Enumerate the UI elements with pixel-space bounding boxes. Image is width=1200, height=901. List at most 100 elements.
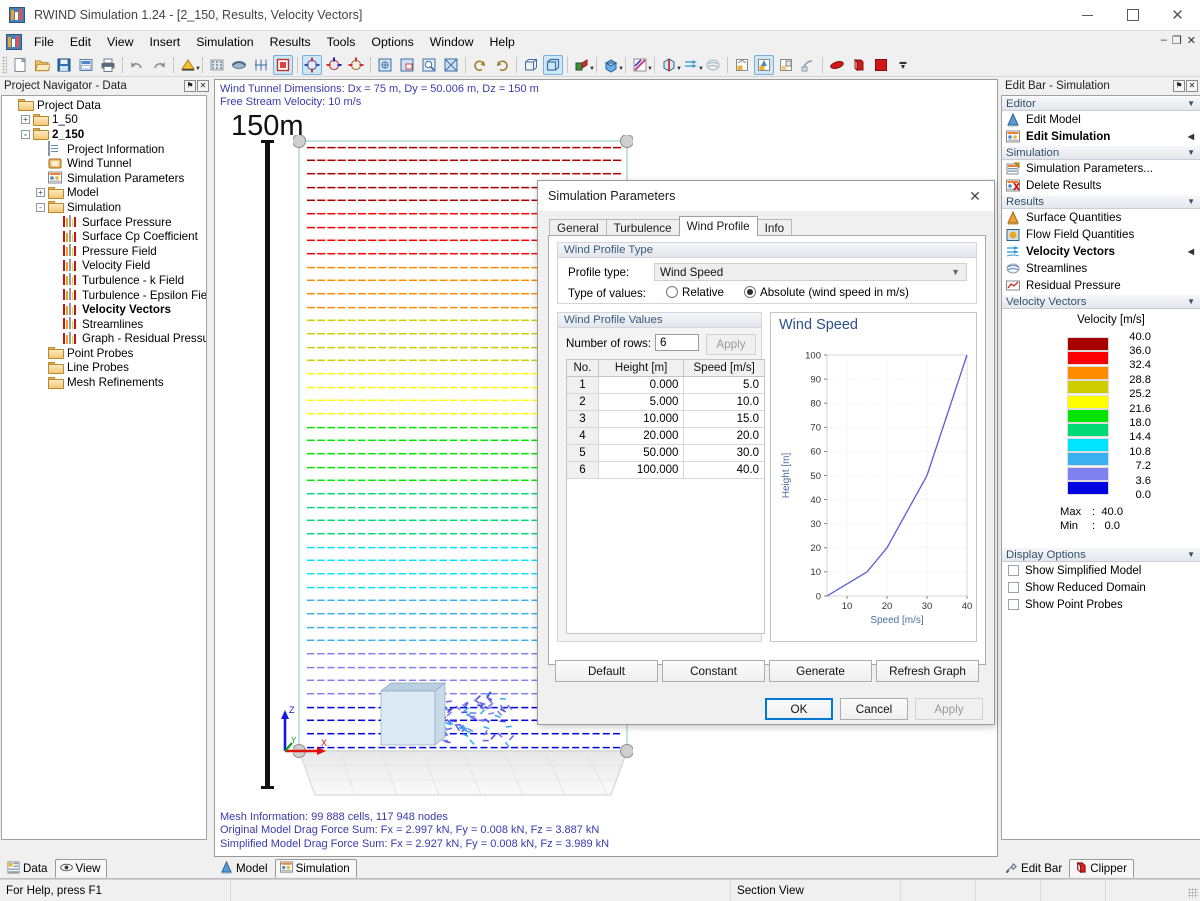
tree-node-2-150[interactable]: -2_150 <box>2 127 206 142</box>
table-row[interactable]: 550.00030.0 <box>567 445 764 462</box>
radio-relative[interactable]: Relative <box>666 286 724 299</box>
cell-speed[interactable]: 30.0 <box>684 445 764 461</box>
result-panel-4-icon[interactable] <box>798 55 818 75</box>
mesh-points-icon[interactable] <box>207 55 227 75</box>
tree-node-model[interactable]: +Model <box>2 186 206 201</box>
tree-node-pressure-field[interactable]: Pressure Field <box>2 244 206 259</box>
tree-expander[interactable]: - <box>21 130 30 139</box>
wind-tunnel-icon[interactable] <box>273 55 293 75</box>
result-panel-1-icon[interactable] <box>732 55 752 75</box>
undo-icon[interactable] <box>127 55 147 75</box>
tree-node-velocity-field[interactable]: Velocity Field <box>2 259 206 274</box>
mdi-close-button[interactable]: ✕ <box>1187 34 1196 47</box>
editbar-section-results[interactable]: Results▼ <box>1002 194 1200 209</box>
radio-absolute-icon[interactable] <box>744 286 756 298</box>
streamlines-icon[interactable] <box>703 55 723 75</box>
window-minimize-button[interactable] <box>1065 0 1110 30</box>
editbar-item-simulation-parameters[interactable]: Simulation Parameters... <box>1002 160 1200 177</box>
print-icon[interactable] <box>98 55 118 75</box>
render-mode-icon[interactable]: ▼ <box>178 55 198 75</box>
editbar-item-edit-simulation[interactable]: Edit Simulation◀ <box>1002 128 1200 145</box>
editbar-section-simulation[interactable]: Simulation▼ <box>1002 145 1200 160</box>
dialog-close-icon[interactable]: ✕ <box>962 183 988 209</box>
radio-absolute[interactable]: Absolute (wind speed in m/s) <box>744 286 909 299</box>
cell-height[interactable]: 50.000 <box>599 445 685 461</box>
bottom-tab-model[interactable]: Model <box>215 859 275 878</box>
chevron-down-icon[interactable]: ▼ <box>1187 550 1195 559</box>
mdi-restore-button[interactable]: ❐ <box>1172 34 1182 47</box>
resize-grip[interactable] <box>1188 888 1198 898</box>
radio-relative-icon[interactable] <box>666 286 678 298</box>
bottom-tab-view[interactable]: View <box>55 859 108 878</box>
mesh-grid-icon[interactable] <box>251 55 271 75</box>
editbar-item-flow-field-quantities[interactable]: Flow Field Quantities <box>1002 226 1200 243</box>
cell-speed[interactable]: 10.0 <box>684 394 764 410</box>
editbar-item-edit-model[interactable]: Edit Model <box>1002 111 1200 128</box>
save-icon[interactable] <box>54 55 74 75</box>
wireframe-icon[interactable] <box>521 55 541 75</box>
zoom-icon[interactable] <box>419 55 439 75</box>
navigator-close-icon[interactable]: ✕ <box>197 80 209 92</box>
pause-simulation-icon[interactable] <box>324 55 344 75</box>
editbar-item-velocity-vectors[interactable]: Velocity Vectors◀ <box>1002 243 1200 260</box>
tree-node-velocity-vectors[interactable]: Velocity Vectors <box>2 302 206 317</box>
chevron-down-icon[interactable]: ▼ <box>618 66 624 72</box>
solid-red-icon[interactable] <box>871 55 891 75</box>
cell-speed[interactable]: 15.0 <box>684 411 764 427</box>
tree-node-graph-residual-pressure[interactable]: Graph - Residual Pressure <box>2 332 206 347</box>
editbar-close-icon[interactable]: ✕ <box>1186 80 1198 92</box>
zoom-fit-icon[interactable] <box>375 55 395 75</box>
zoom-window-icon[interactable] <box>397 55 417 75</box>
dialog-tab-turbulence[interactable]: Turbulence <box>606 219 680 236</box>
apply-rows-button[interactable]: Apply <box>706 334 756 355</box>
tree-node-surface-pressure[interactable]: Surface Pressure <box>2 215 206 230</box>
run-simulation-icon[interactable] <box>302 55 322 75</box>
menu-options[interactable]: Options <box>363 33 421 51</box>
new-icon[interactable] <box>10 55 30 75</box>
chevron-down-icon[interactable]: ▼ <box>589 66 595 72</box>
editbar-item-surface-quantities[interactable]: Surface Quantities <box>1002 209 1200 226</box>
wind-profile-table[interactable]: No. Height [m] Speed [m/s] 10.0005.025.0… <box>566 359 765 634</box>
cell-speed[interactable]: 20.0 <box>684 428 764 444</box>
constant-button[interactable]: Constant <box>662 660 765 682</box>
menu-view[interactable]: View <box>99 33 141 51</box>
cell-height[interactable]: 0.000 <box>599 377 685 393</box>
cell-speed[interactable]: 5.0 <box>684 377 764 393</box>
cell-height[interactable]: 10.000 <box>599 411 685 427</box>
table-row[interactable]: 10.0005.0 <box>567 377 764 394</box>
menu-window[interactable]: Window <box>422 33 482 51</box>
checkbox-icon[interactable] <box>1008 599 1019 610</box>
bottom-tab-clipper[interactable]: Clipper <box>1069 859 1134 878</box>
section-plane-icon[interactable]: ▼ <box>630 55 650 75</box>
menu-simulation[interactable]: Simulation <box>188 33 261 51</box>
legend-section-header[interactable]: Velocity Vectors ▼ <box>1002 294 1200 309</box>
tree-node-simulation-parameters[interactable]: Simulation Parameters <box>2 171 206 186</box>
display-option-show-point-probes[interactable]: Show Point Probes <box>1002 596 1200 613</box>
save-as-icon[interactable] <box>76 55 96 75</box>
display-option-show-simplified-model[interactable]: Show Simplified Model <box>1002 562 1200 579</box>
mdi-minimize-button[interactable]: – <box>1161 34 1167 47</box>
result-panel-2-icon[interactable] <box>754 55 774 75</box>
dialog-tab-info[interactable]: Info <box>757 219 793 236</box>
rotate-left-icon[interactable] <box>470 55 490 75</box>
tree-node-line-probes[interactable]: Line Probes <box>2 361 206 376</box>
clip-red-icon[interactable] <box>849 55 869 75</box>
display-option-show-reduced-domain[interactable]: Show Reduced Domain <box>1002 579 1200 596</box>
menu-help[interactable]: Help <box>482 33 523 51</box>
cell-speed[interactable]: 40.0 <box>684 462 764 478</box>
editbar-item-delete-results[interactable]: Delete Results <box>1002 177 1200 194</box>
tree-node-mesh-refinements[interactable]: Mesh Refinements <box>2 375 206 390</box>
display-options-header[interactable]: Display Options ▼ <box>1002 547 1200 562</box>
tree-node-turbulence-epsilon-field[interactable]: Turbulence - Epsilon Field <box>2 288 206 303</box>
cancel-button[interactable]: Cancel <box>840 698 908 720</box>
checkbox-icon[interactable] <box>1008 565 1019 576</box>
toolbar-grip[interactable] <box>2 56 7 74</box>
zoom-all-icon[interactable] <box>441 55 461 75</box>
bottom-tab-data[interactable]: Data <box>2 859 55 878</box>
editbar-section-editor[interactable]: Editor▼ <box>1002 96 1200 111</box>
bottom-tab-simulation[interactable]: Simulation <box>275 859 357 878</box>
cell-height[interactable]: 5.000 <box>599 394 685 410</box>
tree-node-point-probes[interactable]: Point Probes <box>2 346 206 361</box>
tree-node-simulation[interactable]: -Simulation <box>2 200 206 215</box>
profile-type-select[interactable]: Wind Speed ▼ <box>654 263 967 281</box>
